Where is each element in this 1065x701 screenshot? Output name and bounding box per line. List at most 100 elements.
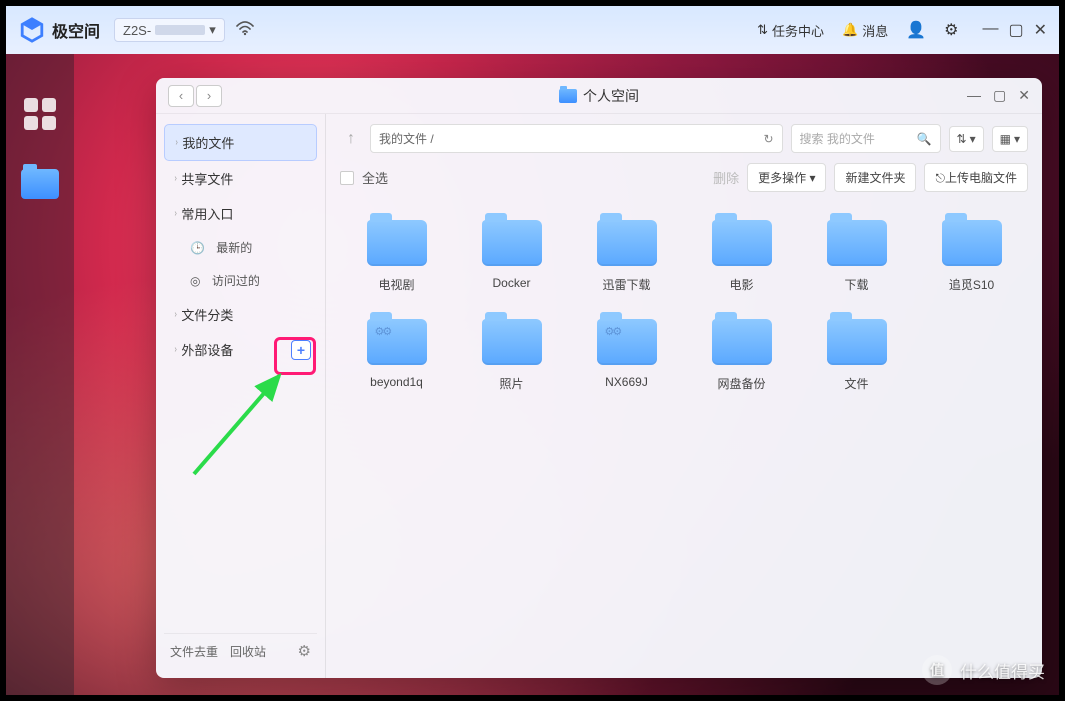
new-folder-button[interactable]: 新建文件夹: [834, 163, 916, 192]
sidebar-label: 外部设备: [181, 340, 233, 359]
app-window-controls: — ▢ ✕: [982, 20, 1047, 40]
search-icon: 🔍: [917, 132, 932, 146]
title-folder-icon: [559, 89, 577, 103]
sidebar-item-categories[interactable]: › 文件分类: [164, 297, 317, 332]
folder-item[interactable]: 迅雷下载: [574, 220, 679, 293]
sidebar-item-frequent[interactable]: › 常用入口: [164, 196, 317, 231]
window-titlebar[interactable]: ‹ › 个人空间 — ▢ ✕: [156, 78, 1042, 114]
dock-apps-button[interactable]: [20, 94, 60, 134]
folder-icon: [367, 319, 427, 365]
sidebar-label: 常用入口: [181, 204, 233, 223]
system-topbar: 极空间 Z2S- ▾ ⇅ 任务中心 🔔 消息 👤 ⚙ — ▢ ✕: [0, 0, 1065, 54]
sort-icon: ⇅: [957, 132, 967, 146]
clock-icon: 🕒: [190, 241, 205, 255]
folder-item[interactable]: 电视剧: [344, 220, 449, 293]
window-title: 个人空间: [559, 86, 639, 106]
folder-icon: [597, 220, 657, 266]
app-maximize-button[interactable]: ▢: [1008, 20, 1023, 40]
recycle-button[interactable]: 回收站: [230, 643, 266, 660]
nav-buttons: ‹ ›: [168, 85, 222, 107]
folder-icon: [482, 319, 542, 365]
folder-item[interactable]: 下载: [804, 220, 909, 293]
window-body: ›我的文件 ›共享文件 › 常用入口 🕒 最新的 ◎ 访问过的 › 文件分类 › 外部…: [156, 114, 1042, 678]
folder-label: beyond1q: [370, 375, 423, 389]
folder-item[interactable]: beyond1q: [344, 319, 449, 392]
topbar-right: ⇅ 任务中心 🔔 消息 👤 ⚙ — ▢ ✕: [757, 20, 1047, 40]
logo-icon: [18, 16, 46, 44]
device-blur: [155, 25, 205, 35]
folder-label: 迅雷下载: [602, 276, 650, 293]
camera-icon: ◎: [190, 274, 200, 288]
window-controls: — ▢ ✕: [967, 87, 1030, 104]
sort-button[interactable]: ⇅▾: [949, 126, 984, 152]
view-button[interactable]: ▦▾: [992, 126, 1028, 152]
chevron-right-icon: ›: [175, 309, 177, 320]
folder-label: 下载: [844, 276, 868, 293]
watermark: 值 什么值得买: [922, 655, 1045, 685]
device-selector[interactable]: Z2S- ▾: [114, 18, 225, 42]
add-external-button[interactable]: +: [291, 340, 311, 360]
folder-icon: [827, 220, 887, 266]
folder-item[interactable]: 照片: [459, 319, 564, 392]
brand-text: 极空间: [52, 18, 100, 42]
sidebar-item-visited[interactable]: ◎ 访问过的: [164, 264, 317, 297]
search-input[interactable]: 搜索 我的文件 🔍: [791, 124, 941, 153]
folder-item[interactable]: 电影: [689, 220, 794, 293]
watermark-badge-icon: 值: [922, 655, 952, 685]
folder-item[interactable]: 追觅S10: [919, 220, 1024, 293]
sidebar-item-recent[interactable]: 🕒 最新的: [164, 231, 317, 264]
settings-icon[interactable]: ⚙: [944, 20, 958, 40]
folder-item[interactable]: 文件: [804, 319, 909, 392]
folder-item[interactable]: NX669J: [574, 319, 679, 392]
dock-files-button[interactable]: [20, 164, 60, 204]
folder-label: 照片: [499, 375, 523, 392]
folder-grid: 电视剧 Docker 迅雷下载 电影 下载 追觅S10 beyond1q 照片 NX669J 网盘…: [340, 220, 1028, 392]
up-directory-button[interactable]: ↑: [340, 130, 362, 148]
chevron-right-icon: ›: [175, 173, 177, 184]
path-text: 我的文件 /: [379, 130, 434, 147]
sidebar-label: 文件分类: [181, 305, 233, 324]
watermark-text: 什么值得买: [960, 658, 1045, 683]
messages-button[interactable]: 🔔 消息: [842, 21, 888, 40]
window-maximize-button[interactable]: ▢: [993, 87, 1006, 104]
select-all-label[interactable]: 全选: [362, 168, 388, 187]
folder-label: 追觅S10: [949, 276, 994, 293]
sidebar-item-external[interactable]: › 外部设备 +: [164, 332, 317, 367]
nav-back-button[interactable]: ‹: [168, 85, 194, 107]
tasks-icon: ⇅: [757, 22, 768, 38]
refresh-icon[interactable]: ↻: [763, 132, 773, 146]
more-actions-button[interactable]: 更多操作 ▾: [747, 163, 826, 192]
tasks-button[interactable]: ⇅ 任务中心: [757, 21, 824, 40]
folder-label: 电影: [729, 276, 753, 293]
folder-label: NX669J: [605, 375, 648, 389]
folder-label: 电视剧: [378, 276, 414, 293]
path-input[interactable]: 我的文件 / ↻: [370, 124, 783, 153]
wifi-icon[interactable]: [235, 20, 255, 41]
folder-item[interactable]: 网盘备份: [689, 319, 794, 392]
user-icon[interactable]: 👤: [906, 20, 926, 40]
app-minimize-button[interactable]: —: [982, 20, 998, 40]
nav-forward-button[interactable]: ›: [196, 85, 222, 107]
window-close-button[interactable]: ✕: [1018, 87, 1030, 104]
dedupe-button[interactable]: 文件去重: [170, 643, 218, 660]
chevron-right-icon: ›: [175, 344, 177, 355]
app-close-button[interactable]: ✕: [1034, 20, 1047, 40]
sidebar-label: 最新的: [216, 239, 252, 256]
sidebar-settings-icon[interactable]: ⚙: [298, 642, 311, 660]
upload-button[interactable]: ⎋上传电脑文件: [924, 163, 1028, 192]
delete-button[interactable]: 删除: [713, 168, 739, 187]
sidebar-item-shared[interactable]: ›共享文件: [164, 161, 317, 196]
dock: [6, 54, 74, 695]
sidebar-item-my-files[interactable]: ›我的文件: [164, 124, 317, 161]
window-minimize-button[interactable]: —: [967, 87, 981, 104]
folder-item[interactable]: Docker: [459, 220, 564, 293]
select-all-checkbox[interactable]: [340, 171, 354, 185]
folder-icon: [712, 220, 772, 266]
file-manager-window: ‹ › 个人空间 — ▢ ✕ ›我的文件 ›共享文件 › 常用入口 🕒 最新的 ◎…: [156, 78, 1042, 678]
folder-icon: [827, 319, 887, 365]
sidebar-footer: 文件去重 回收站 ⚙: [164, 633, 317, 668]
folder-label: Docker: [492, 276, 530, 290]
grid-view-icon: ▦: [1000, 132, 1011, 146]
folder-icon: [367, 220, 427, 266]
chevron-right-icon: ›: [175, 208, 177, 219]
